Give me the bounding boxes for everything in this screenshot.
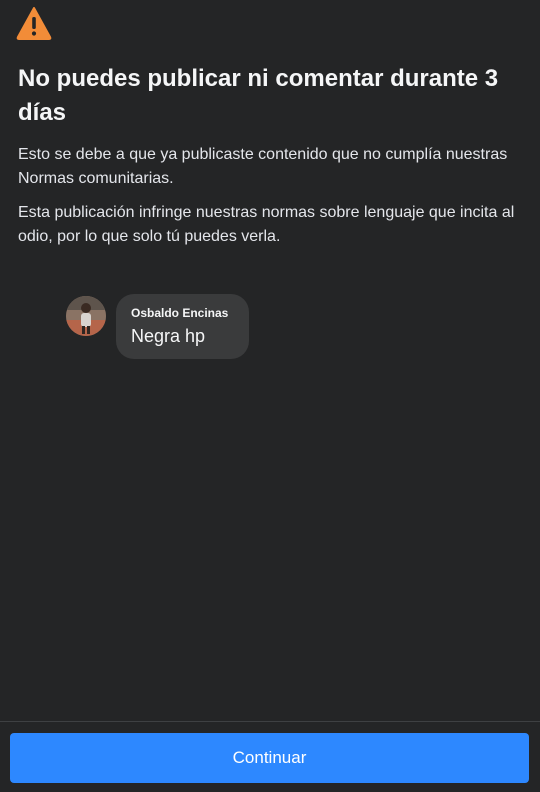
comment-bubble: Osbaldo Encinas Negra hp [116,294,249,359]
continue-button[interactable]: Continuar [10,733,529,783]
footer-divider [0,721,540,722]
flagged-comment: Osbaldo Encinas Negra hp [66,294,249,359]
comment-text: Negra hp [131,326,206,346]
avatar [66,296,106,336]
warning-triangle-icon [16,7,52,40]
page-title: No puedes publicar ni comentar durante 3… [18,65,499,126]
comment-author: Osbaldo Encinas [131,306,229,320]
reason-text: Esto se debe a que ya publicaste conteni… [18,146,508,187]
user-avatar-photo [66,296,106,336]
violation-text: Esta publicación infringe nuestras norma… [18,204,515,245]
restriction-screen: No puedes publicar ni comentar durante 3… [0,0,540,792]
